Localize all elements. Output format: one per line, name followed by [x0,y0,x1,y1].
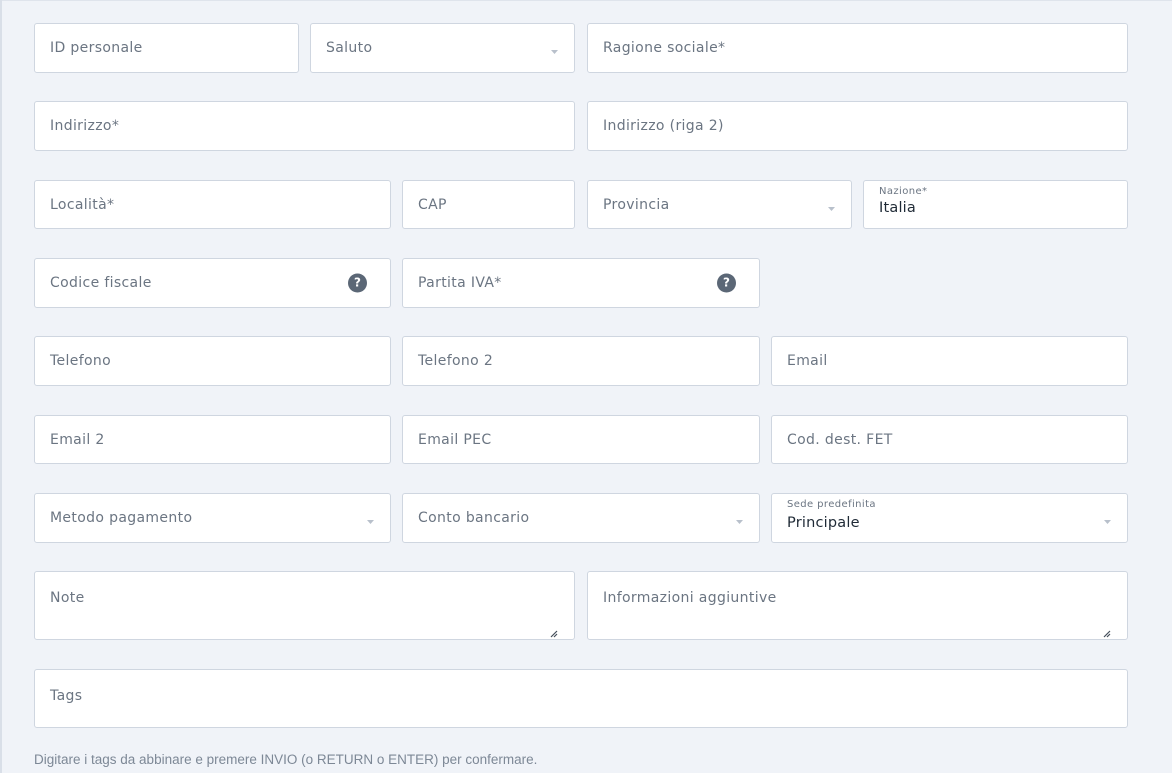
email-pec-label: Email PEC [418,431,492,448]
id-personale-label: ID personale [50,40,143,56]
chevron-down-icon [828,207,835,211]
cod-dest-fet-input[interactable]: Cod. dest. FET [771,415,1128,464]
nazione-value: Italia [879,200,916,216]
provincia-select[interactable]: Provincia [587,180,852,229]
note-label: Note [50,590,85,606]
resize-handle-icon[interactable] [550,630,558,638]
chevron-down-icon [1104,520,1111,524]
tags-hint-text: Digitare i tags da abbinare e premere IN… [34,752,538,767]
indirizzo-input[interactable]: Indirizzo* [34,101,575,151]
codice-fiscale-input[interactable]: Codice fiscale ? [34,258,391,308]
left-border [0,0,2,773]
tags-label: Tags [50,688,83,704]
ragione-sociale-input[interactable]: Ragione sociale* [587,23,1128,73]
tags-input[interactable]: Tags [34,669,1128,728]
sede-predefinita-label: Sede predefinita [787,499,876,510]
ragione-sociale-label: Ragione sociale* [603,40,726,56]
nazione-input[interactable]: Nazione* Italia [863,180,1128,229]
email-label: Email [787,353,828,369]
resize-handle-icon[interactable] [1103,630,1111,638]
saluto-select[interactable]: Saluto [310,23,575,73]
chevron-down-icon [551,50,558,54]
email-input[interactable]: Email [771,336,1128,386]
metodo-pagamento-label: Metodo pagamento [50,510,193,526]
partita-iva-input[interactable]: Partita IVA* ? [402,258,760,308]
telefono2-label: Telefono 2 [418,353,494,369]
partita-iva-label: Partita IVA* [418,275,502,291]
saluto-label: Saluto [326,40,373,56]
telefono-label: Telefono [50,353,112,369]
chevron-down-icon [736,520,743,524]
cod-dest-fet-label: Cod. dest. FET [787,431,893,448]
question-circle-icon[interactable]: ? [348,273,367,293]
question-circle-icon[interactable]: ? [717,273,736,293]
id-personale-input[interactable]: ID personale [34,23,299,73]
email2-input[interactable]: Email 2 [34,415,391,464]
informazioni-aggiuntive-label: Informazioni aggiuntive [603,590,777,606]
cap-input[interactable]: CAP [402,180,575,229]
sede-predefinita-select[interactable]: Sede predefinita Principale [771,493,1128,543]
telefono-input[interactable]: Telefono [34,336,391,386]
codice-fiscale-label: Codice fiscale [50,275,152,291]
cap-label: CAP [418,196,447,213]
note-textarea[interactable]: Note [34,571,575,640]
provincia-label: Provincia [603,196,670,213]
localita-input[interactable]: Località* [34,180,391,229]
email-pec-input[interactable]: Email PEC [402,415,760,464]
localita-label: Località* [50,196,115,213]
informazioni-aggiuntive-textarea[interactable]: Informazioni aggiuntive [587,571,1128,640]
indirizzo-riga2-input[interactable]: Indirizzo (riga 2) [587,101,1128,151]
top-border [0,0,1172,1]
sede-predefinita-value: Principale [787,515,860,531]
conto-bancario-label: Conto bancario [418,510,530,526]
indirizzo-label: Indirizzo* [50,118,120,134]
chevron-down-icon [367,520,374,524]
nazione-label: Nazione* [879,186,928,197]
email2-label: Email 2 [50,431,105,448]
conto-bancario-select[interactable]: Conto bancario [402,493,760,543]
indirizzo-riga2-label: Indirizzo (riga 2) [603,118,724,134]
telefono2-input[interactable]: Telefono 2 [402,336,760,386]
metodo-pagamento-select[interactable]: Metodo pagamento [34,493,391,543]
